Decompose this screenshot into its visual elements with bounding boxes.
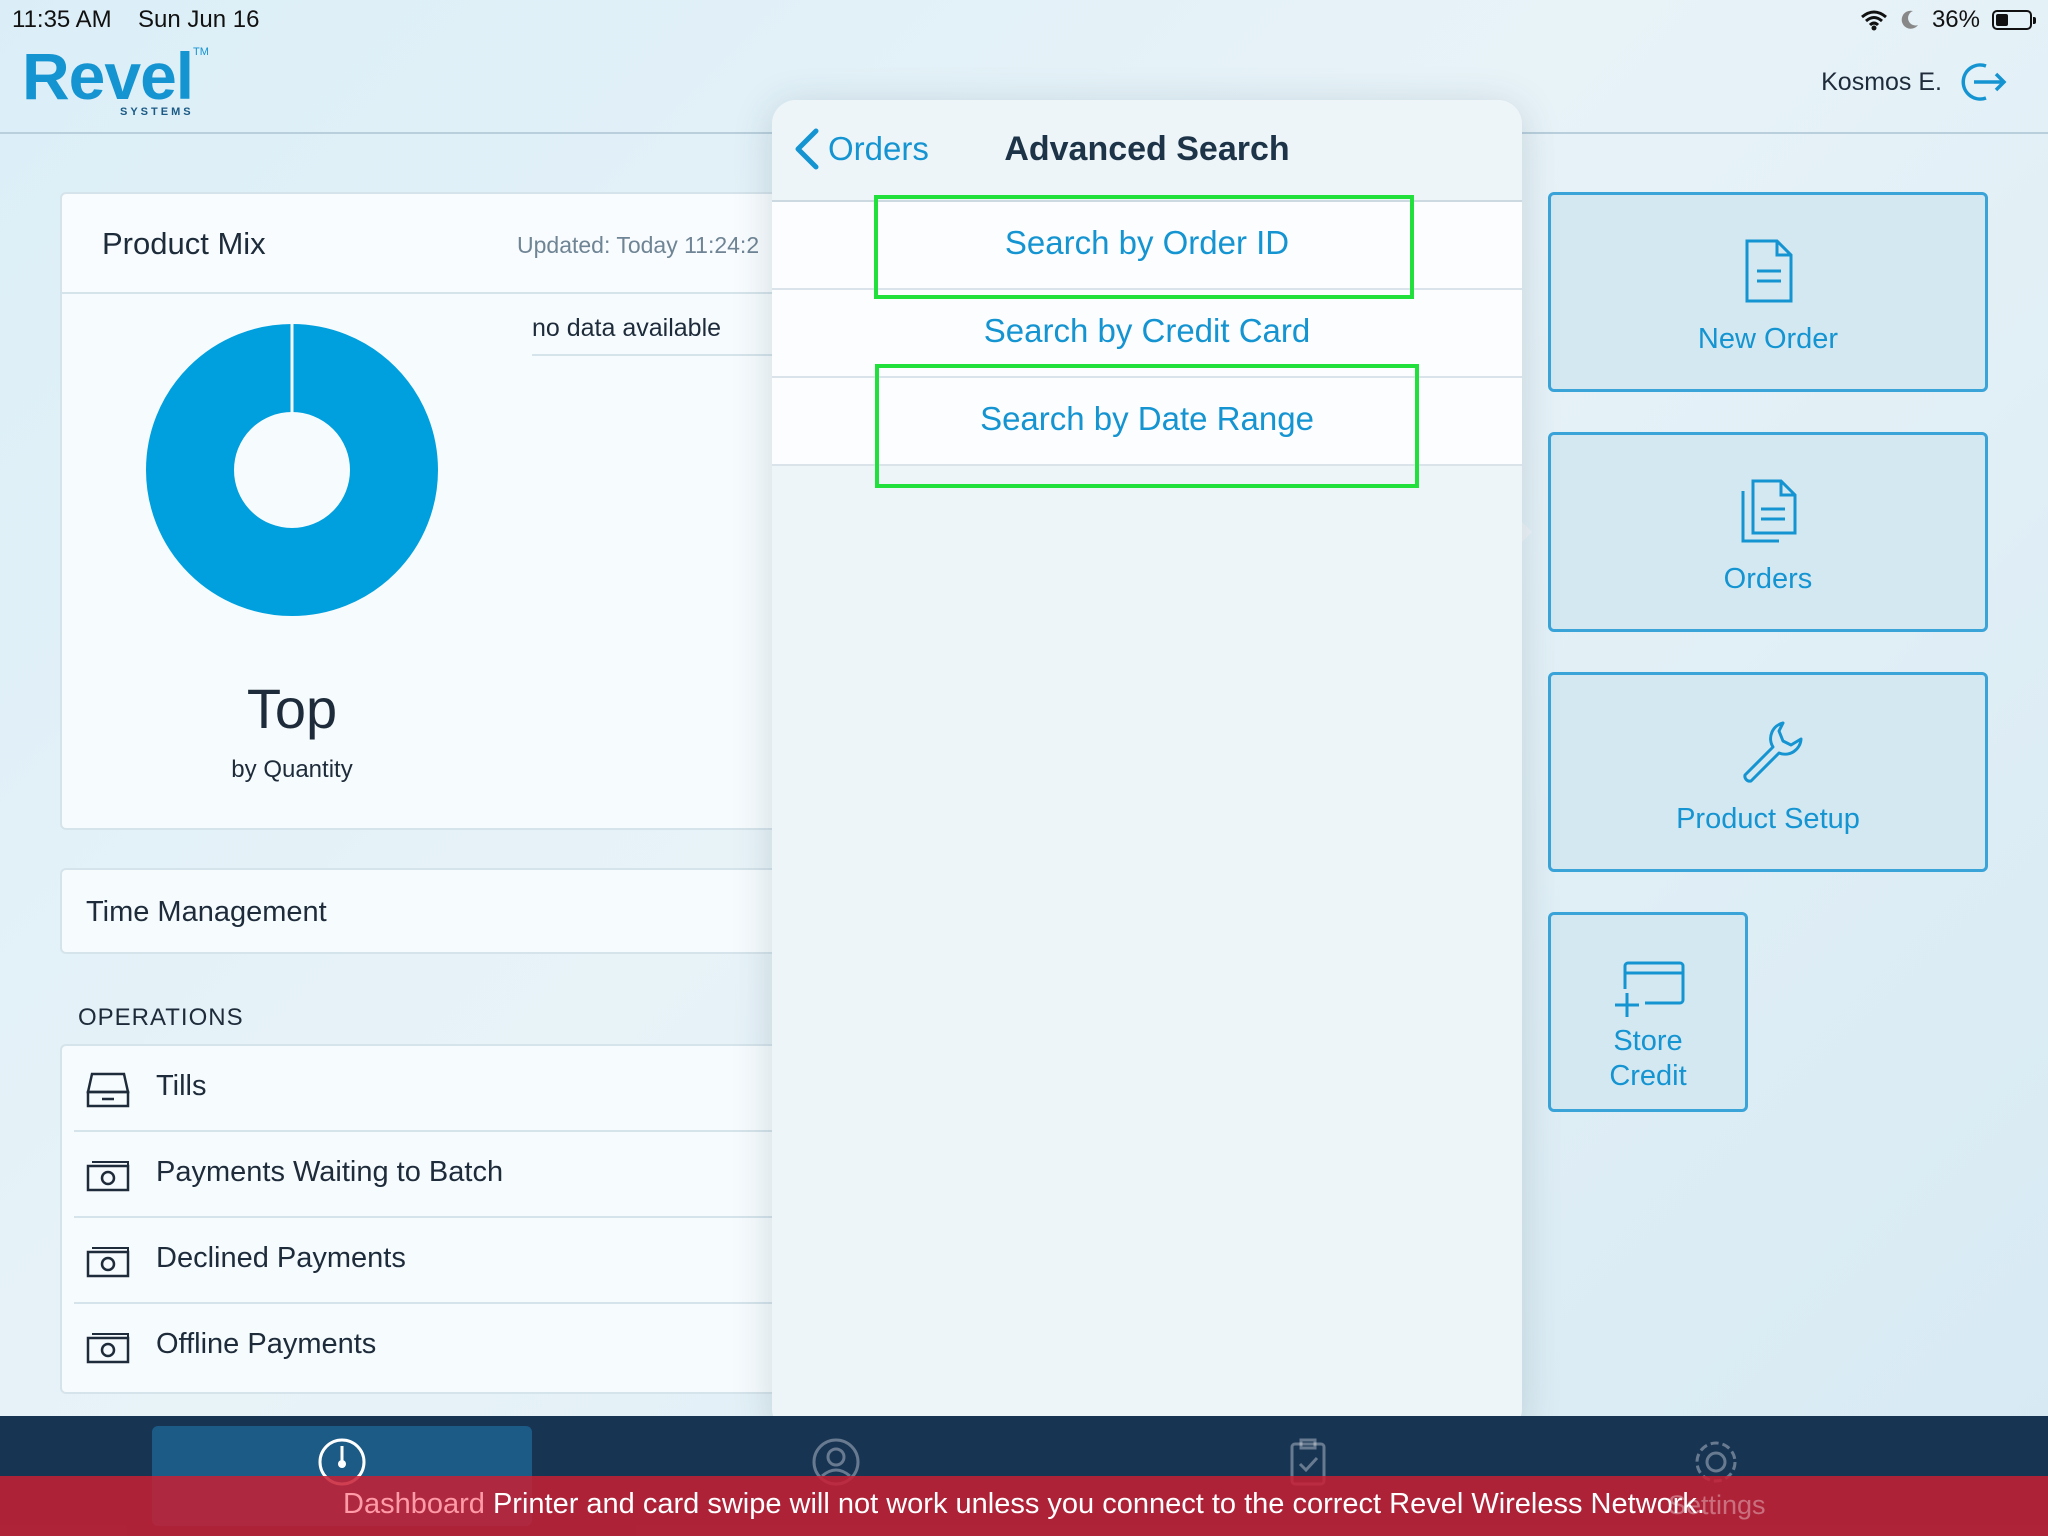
user-name: Kosmos E. <box>1821 68 1942 96</box>
operations-item-label: Payments Waiting to Batch <box>156 1156 504 1188</box>
till-drawer-icon <box>86 1072 130 1108</box>
operations-item-label: Declined Payments <box>156 1242 406 1274</box>
orders-tile[interactable]: Orders <box>1548 432 1988 632</box>
product-setup-label: Product Setup <box>1676 803 1860 835</box>
wrench-icon <box>1743 721 1803 783</box>
popover-header: Advanced Search Orders <box>772 100 1522 202</box>
operations-item-payments-waiting[interactable]: Payments Waiting to Batch <box>74 1132 814 1218</box>
cash-icon <box>86 1333 130 1364</box>
operations-item-label: Offline Payments <box>156 1328 377 1360</box>
orders-label: Orders <box>1723 563 1813 595</box>
operations-list: Tills Payments Waiting to Batch Declined… <box>60 1044 814 1394</box>
search-by-order-id[interactable]: Search by Order ID <box>772 202 1522 290</box>
cash-icon <box>86 1161 130 1192</box>
moon-icon <box>1901 10 1918 29</box>
battery-icon <box>1992 10 2036 30</box>
donut-chart <box>146 324 438 616</box>
battery-percent: 36% <box>1931 6 1980 33</box>
operations-item-offline[interactable]: Offline Payments <box>74 1304 814 1390</box>
status-bar: 11:35 AM Sun Jun 16 36% <box>0 0 2048 42</box>
back-button-label: Orders <box>828 130 929 167</box>
documents-icon <box>1741 479 1797 543</box>
status-time: 11:35 AM <box>12 6 112 33</box>
product-mix-title: Product Mix <box>102 226 266 261</box>
new-order-label: New Order <box>1697 323 1839 355</box>
advanced-search-popover: Advanced Search Orders Search by Order I… <box>772 100 1522 1433</box>
tab-settings-label[interactable]: Settings <box>1668 1490 1766 1521</box>
operations-item-declined[interactable]: Declined Payments <box>74 1218 814 1304</box>
document-icon <box>1745 239 1793 303</box>
search-option-label: Search by Credit Card <box>983 312 1311 349</box>
banner-message: Printer and card swipe will not work unl… <box>492 1488 1705 1520</box>
card-plus-icon <box>1611 961 1685 1017</box>
wifi-icon <box>1860 10 1887 31</box>
operations-item-label: Tills <box>156 1070 207 1102</box>
store-credit-label-line2: Credit <box>1609 1060 1687 1092</box>
search-by-credit-card[interactable]: Search by Credit Card <box>772 290 1522 378</box>
status-date: Sun Jun 16 <box>138 6 260 33</box>
cash-icon <box>86 1247 130 1278</box>
product-mix-updated: Updated: Today 11:24:2 <box>517 232 760 258</box>
status-right: 36% <box>1860 6 2036 34</box>
time-management-card[interactable]: Time Management <box>60 868 800 954</box>
search-by-date-range[interactable]: Search by Date Range <box>772 378 1522 466</box>
product-mix-header: Product Mix Updated: Today 11:24:2 <box>62 194 798 294</box>
chevron-left-icon <box>795 128 819 170</box>
no-data-label: no data available <box>532 314 722 342</box>
search-option-label: Search by Date Range <box>980 400 1314 437</box>
operations-heading: OPERATIONS <box>78 1004 244 1031</box>
store-credit-label-line1: Store <box>1613 1025 1683 1057</box>
revel-logo: Revel <box>22 39 194 113</box>
store-credit-tile[interactable]: Store Credit <box>1548 912 1748 1112</box>
logo-subtitle: SYSTEMS <box>120 106 194 118</box>
by-quantity-label: by Quantity <box>231 756 353 783</box>
logo-trademark: TM <box>193 46 209 58</box>
logout-icon[interactable] <box>1956 60 2008 104</box>
search-option-label: Search by Order ID <box>1004 224 1290 261</box>
new-order-tile[interactable]: New Order <box>1548 192 1988 392</box>
tab-dashboard-label[interactable]: Dashboard <box>343 1488 485 1520</box>
product-setup-tile[interactable]: Product Setup <box>1548 672 1988 872</box>
operations-item-tills[interactable]: Tills <box>74 1046 814 1132</box>
back-button[interactable]: Orders <box>794 128 929 170</box>
product-mix-card: Product Mix Updated: Today 11:24:2 no da… <box>60 192 832 830</box>
time-management-label: Time Management <box>86 896 327 928</box>
top-label: Top <box>246 677 338 740</box>
